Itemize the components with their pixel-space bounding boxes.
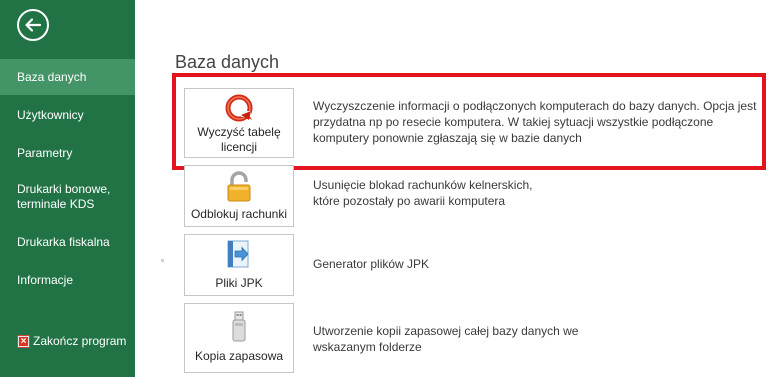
export-arrow-icon bbox=[227, 240, 249, 268]
sidebar-item-label: Drukarki bonowe, terminale KDS bbox=[17, 182, 111, 211]
back-arrow-button[interactable] bbox=[17, 9, 49, 41]
sidebar-item-label: Informacje bbox=[17, 272, 74, 287]
sidebar-item-fiscal-printer[interactable]: Drukarka fiskalna bbox=[0, 224, 135, 260]
sidebar-item-parameters[interactable]: Parametry bbox=[0, 135, 135, 171]
backup-button[interactable]: Kopia zapasowa bbox=[184, 303, 294, 373]
usb-drive-icon bbox=[232, 311, 246, 342]
back-arrow-icon bbox=[25, 18, 42, 32]
sidebar-item-info[interactable]: Informacje bbox=[0, 262, 135, 298]
unlock-bills-label: Odblokuj rachunki bbox=[190, 207, 288, 221]
page-title: Baza danych bbox=[175, 52, 280, 72]
sidebar-item-printers[interactable]: Drukarki bonowe, terminale KDS bbox=[0, 178, 135, 216]
sidebar: Baza danych Użytkownicy Parametry Drukar… bbox=[0, 0, 135, 377]
scroll-indicator bbox=[161, 259, 164, 262]
unlock-bills-button[interactable]: Odblokuj rachunki bbox=[184, 165, 294, 227]
jpk-files-label: Pliki JPK bbox=[215, 276, 263, 290]
sidebar-item-label: Użytkownicy bbox=[17, 107, 84, 122]
exit-program-label: Zakończ program bbox=[33, 334, 127, 348]
backup-description: Utworzenie kopii zapasowej całej bazy da… bbox=[313, 324, 579, 354]
sidebar-item-label: Drukarka fiskalna bbox=[17, 234, 110, 249]
sidebar-item-database[interactable]: Baza danych bbox=[0, 59, 135, 95]
sidebar-item-label: Parametry bbox=[17, 145, 73, 160]
sidebar-item-label: Baza danych bbox=[17, 69, 87, 84]
jpk-files-description: Generator plików JPK bbox=[313, 257, 430, 271]
close-icon: × bbox=[17, 334, 30, 348]
padlock-icon bbox=[227, 171, 251, 202]
clear-license-table-label: Wyczyść tabelę licencji bbox=[197, 125, 281, 154]
clear-license-table-button[interactable]: Wyczyść tabelę licencji bbox=[184, 88, 294, 158]
clear-license-table-description: Wyczyszczenie informacji o podłączonych … bbox=[313, 99, 757, 145]
jpk-files-button[interactable]: Pliki JPK bbox=[184, 234, 294, 296]
backup-label: Kopia zapasowa bbox=[194, 349, 284, 363]
exit-program-button[interactable]: × Zakończ program bbox=[17, 334, 126, 348]
sidebar-item-users[interactable]: Użytkownicy bbox=[0, 97, 135, 133]
unlock-bills-description: Usunięcie blokad rachunków kelnerskich, … bbox=[313, 178, 533, 208]
refresh-red-icon bbox=[225, 94, 253, 122]
